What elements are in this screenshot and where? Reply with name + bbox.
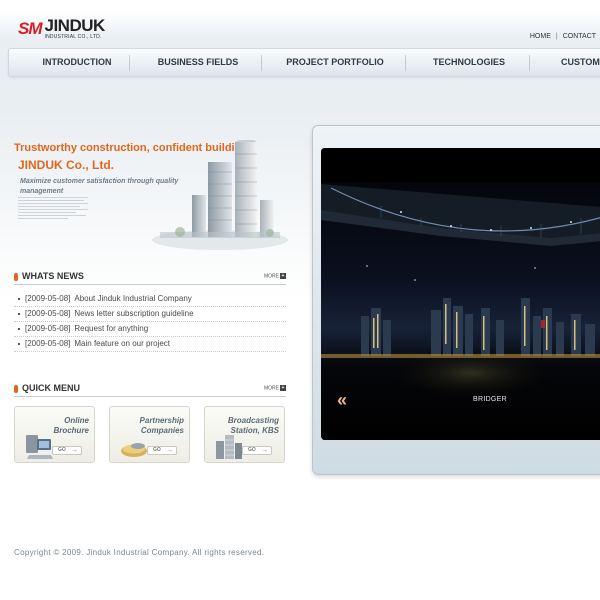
bullet-icon	[18, 312, 20, 315]
news-item[interactable]: [2009-05-08] Request for anything	[14, 322, 286, 337]
go-button[interactable]: GO →	[147, 446, 177, 455]
bridge-night-image	[321, 148, 600, 440]
logo-name-block: JINDUK INDUSTRIAL CO., LTD.	[44, 16, 106, 40]
news-date: [2009-05-08]	[25, 309, 71, 318]
logo-mark: SM	[18, 19, 42, 38]
quick-more-label: MORE	[264, 385, 279, 392]
news-date: [2009-05-08]	[25, 324, 71, 333]
nav-divider	[405, 55, 406, 71]
nav-divider	[261, 55, 262, 71]
quick-card-line1: Broadcasting	[227, 416, 279, 425]
quick-card-line2: Brochure	[53, 426, 89, 435]
quick-more-button[interactable]: MORE +	[264, 385, 286, 391]
arrow-right-icon: →	[166, 447, 173, 454]
go-button[interactable]: GO →	[242, 446, 272, 455]
logo-subtitle: INDUSTRIAL CO., LTD.	[44, 34, 102, 40]
copyright: Copyright © 2009. Jinduk Industrial Comp…	[14, 548, 265, 557]
nav-business-fields[interactable]: BUSINESS FIELDS	[137, 49, 259, 76]
news-more-button[interactable]: MORE +	[264, 273, 286, 279]
bullet-icon	[18, 297, 20, 300]
quick-card-brochure[interactable]: Online Brochure GO →	[14, 406, 95, 463]
quick-card-partnership[interactable]: Partnership Companies GO →	[109, 406, 190, 463]
news-text: Request for anything	[74, 324, 149, 333]
quick-card-line1: Online	[64, 416, 89, 425]
go-label: GO	[153, 447, 161, 453]
news-date: [2009-05-08]	[25, 339, 71, 348]
logo[interactable]: SM JINDUK INDUSTRIAL CO., LTD.	[18, 16, 106, 40]
home-link[interactable]: HOME	[530, 33, 551, 40]
handshake-icon	[121, 443, 147, 457]
computer-icon	[26, 435, 53, 459]
link-separator: |	[555, 33, 558, 40]
main-nav: INTRODUCTION BUSINESS FIELDS PROJECT POR…	[8, 48, 600, 77]
showcase-frame: « BRIDGER	[312, 125, 600, 475]
quick-menu-header: QUICK MENU MORE +	[14, 383, 286, 397]
plus-icon: +	[280, 385, 286, 391]
news-text: Main feature on our project	[74, 339, 170, 348]
news-item[interactable]: [2009-05-08] Main feature on our project	[14, 337, 286, 352]
go-button[interactable]: GO →	[52, 446, 82, 455]
news-more-label: MORE	[264, 273, 279, 280]
decorative-text-lines	[18, 197, 88, 221]
nav-technologies[interactable]: TECHNOLOGIES	[413, 49, 525, 76]
showcase-screen: « BRIDGER	[321, 148, 600, 440]
buildings-illustration	[152, 140, 288, 250]
news-text: About Jinduk Industrial Company	[74, 294, 192, 303]
section-marker-icon	[14, 385, 18, 393]
go-label: GO	[58, 447, 66, 453]
news-title: WHATS NEWS	[22, 271, 84, 281]
arrow-right-icon: →	[261, 447, 268, 454]
news-header: WHATS NEWS MORE +	[14, 271, 286, 285]
top-links: HOME | CONTACT	[526, 33, 600, 40]
quick-card-line1: Partnership	[139, 416, 184, 425]
nav-divider	[529, 55, 530, 71]
nav-introduction[interactable]: INTRODUCTION	[27, 49, 127, 76]
nav-divider	[129, 55, 130, 71]
logo-name: JINDUK	[44, 16, 106, 35]
nav-customer[interactable]: CUSTOMER	[537, 49, 600, 76]
showcase-caption: BRIDGER	[473, 396, 507, 403]
news-text: News letter subscription guideline	[74, 309, 194, 318]
go-label: GO	[248, 447, 256, 453]
bullet-icon	[18, 342, 20, 345]
news-list: [2009-05-08] About Jinduk Industrial Comp…	[14, 292, 286, 352]
arrow-right-icon: →	[71, 447, 78, 454]
section-marker-icon	[14, 273, 18, 281]
quick-card-broadcasting[interactable]: Broadcasting Station, KBS GO →	[204, 406, 285, 463]
bullet-icon	[18, 327, 20, 330]
previous-arrow-icon[interactable]: «	[337, 390, 347, 411]
plus-icon: +	[280, 273, 286, 279]
intro-company: JINDUK Co., Ltd.	[18, 158, 114, 172]
quick-menu-title: QUICK MENU	[22, 383, 80, 393]
news-date: [2009-05-08]	[25, 294, 71, 303]
news-item[interactable]: [2009-05-08] News letter subscription gui…	[14, 307, 286, 322]
contact-link[interactable]: CONTACT	[563, 33, 596, 40]
building-icon	[216, 435, 242, 459]
nav-project-portfolio[interactable]: PROJECT PORTFOLIO	[269, 49, 401, 76]
news-item[interactable]: [2009-05-08] About Jinduk Industrial Comp…	[14, 292, 286, 307]
